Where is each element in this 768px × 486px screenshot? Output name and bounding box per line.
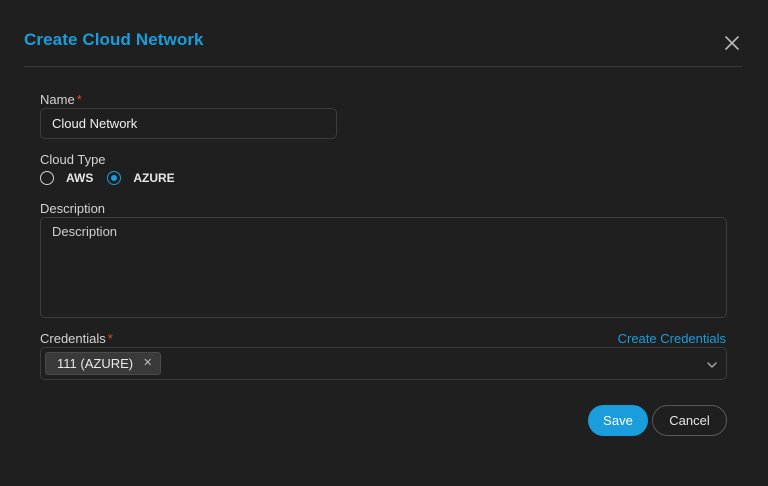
create-credentials-link[interactable]: Create Credentials: [618, 331, 726, 346]
description-textarea[interactable]: [40, 217, 727, 318]
credential-tag: 111 (AZURE) ✕: [45, 352, 162, 375]
header-divider: [24, 66, 742, 67]
create-cloud-network-dialog: Create Cloud Network Name* Cloud Type AW…: [0, 0, 768, 486]
credentials-label-text: Credentials: [40, 331, 106, 346]
required-mark: *: [76, 92, 82, 107]
remove-tag-icon[interactable]: ✕: [143, 358, 152, 369]
cloud-type-radio-group: AWS AZURE: [40, 169, 189, 187]
cloud-type-label: Cloud Type: [40, 152, 106, 167]
description-label: Description: [40, 201, 106, 216]
credential-tag-label: 111 (AZURE): [57, 356, 134, 371]
name-label: Name *: [40, 92, 82, 107]
radio-aws[interactable]: [40, 171, 54, 185]
radio-aws-label[interactable]: AWS: [66, 171, 93, 185]
required-mark: *: [107, 331, 113, 346]
dialog-title: Create Cloud Network: [24, 30, 204, 49]
name-label-text: Name: [40, 92, 75, 107]
name-input[interactable]: [40, 108, 337, 139]
radio-azure[interactable]: [107, 171, 122, 185]
cancel-button[interactable]: Cancel: [652, 405, 727, 436]
close-icon[interactable]: [722, 33, 742, 53]
credentials-label: Credentials *: [40, 331, 113, 346]
chevron-down-icon[interactable]: [706, 358, 718, 370]
save-button[interactable]: Save: [588, 405, 648, 436]
credentials-select[interactable]: 111 (AZURE) ✕: [40, 347, 727, 380]
radio-azure-label[interactable]: AZURE: [133, 171, 174, 185]
radio-selected-dot: [111, 175, 118, 181]
